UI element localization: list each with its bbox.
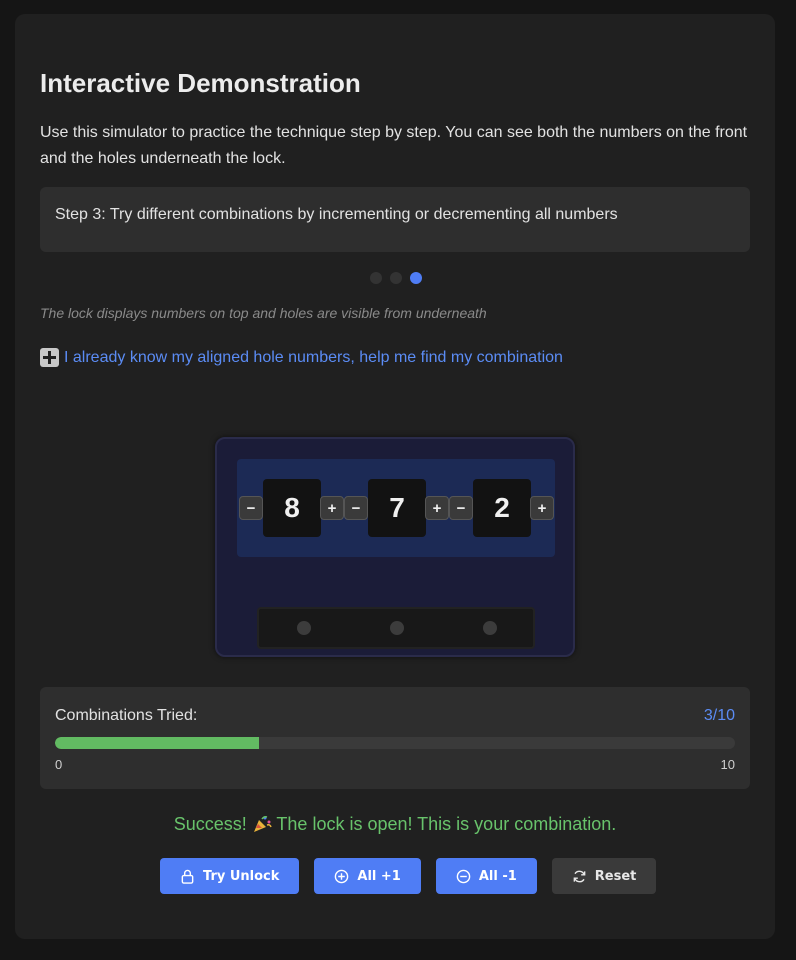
all-minus-one-button[interactable]: All -1 (435, 858, 537, 894)
step-dot-2[interactable] (390, 272, 402, 284)
lock-caption: The lock displays numbers on top and hol… (40, 305, 487, 321)
step-dot-3[interactable] (410, 272, 422, 284)
known-holes-link-label: I already know my aligned hole numbers, … (64, 348, 563, 366)
lock-icon (181, 869, 194, 884)
reset-button[interactable]: Reset (551, 858, 657, 894)
plus-circle-icon (335, 869, 349, 883)
combination-lock: − 8 + − 7 + − 2 + (215, 437, 575, 657)
dial-2-decrement-button[interactable]: − (344, 496, 368, 520)
hole-bar (257, 607, 535, 649)
dial-panel: − 8 + − 7 + − 2 + (237, 459, 555, 557)
step-instruction: Step 3: Try different combinations by in… (40, 187, 750, 252)
step-dots (370, 272, 422, 284)
progress-min-label: 0 (55, 757, 63, 772)
hole-1 (297, 621, 311, 635)
success-message: Success! The lock is open! This is your … (15, 814, 775, 835)
progress-count: 3/10 (703, 707, 735, 724)
success-text-end: The lock is open! This is your combinati… (271, 814, 617, 834)
try-unlock-button[interactable]: Try Unlock (160, 858, 300, 894)
progress-fill (55, 737, 259, 749)
intro-text: Use this simulator to practice the techn… (40, 124, 748, 167)
dial-3-increment-button[interactable]: + (530, 496, 554, 520)
step-dot-1[interactable] (370, 272, 382, 284)
hole-3 (483, 621, 497, 635)
dial-3-digit: 2 (473, 479, 531, 537)
plus-square-icon (40, 348, 59, 367)
progress-max-label: 10 (720, 757, 735, 772)
dial-3-decrement-button[interactable]: − (449, 496, 473, 520)
dial-1-decrement-button[interactable]: − (239, 496, 263, 520)
reset-label: Reset (594, 868, 637, 884)
try-unlock-label: Try Unlock (203, 868, 280, 884)
minus-circle-icon (456, 869, 471, 883)
all-plus-one-button[interactable]: All +1 (314, 858, 421, 894)
hole-2 (390, 621, 404, 635)
dial-2-increment-button[interactable]: + (425, 496, 449, 520)
progress-track (55, 737, 735, 749)
action-bar: Try Unlock All +1 All -1 Reset (160, 858, 657, 894)
party-popper-icon (253, 816, 272, 832)
known-holes-link[interactable]: I already know my aligned hole numbers, … (40, 348, 563, 367)
all-minus-one-label: All -1 (478, 868, 517, 884)
success-text-start: Success! (173, 814, 252, 834)
demo-card: Interactive Demonstration Use this simul… (15, 14, 775, 939)
dial-1-digit: 8 (263, 479, 321, 537)
refresh-icon (573, 870, 586, 882)
progress-label: Combinations Tried: (55, 707, 198, 724)
dial-1-increment-button[interactable]: + (320, 496, 344, 520)
dial-2-digit: 7 (368, 479, 426, 537)
all-plus-one-label: All +1 (357, 868, 401, 884)
page-title: Interactive Demonstration (40, 68, 361, 98)
progress-panel: Combinations Tried: 3/10 0 10 (40, 687, 750, 789)
